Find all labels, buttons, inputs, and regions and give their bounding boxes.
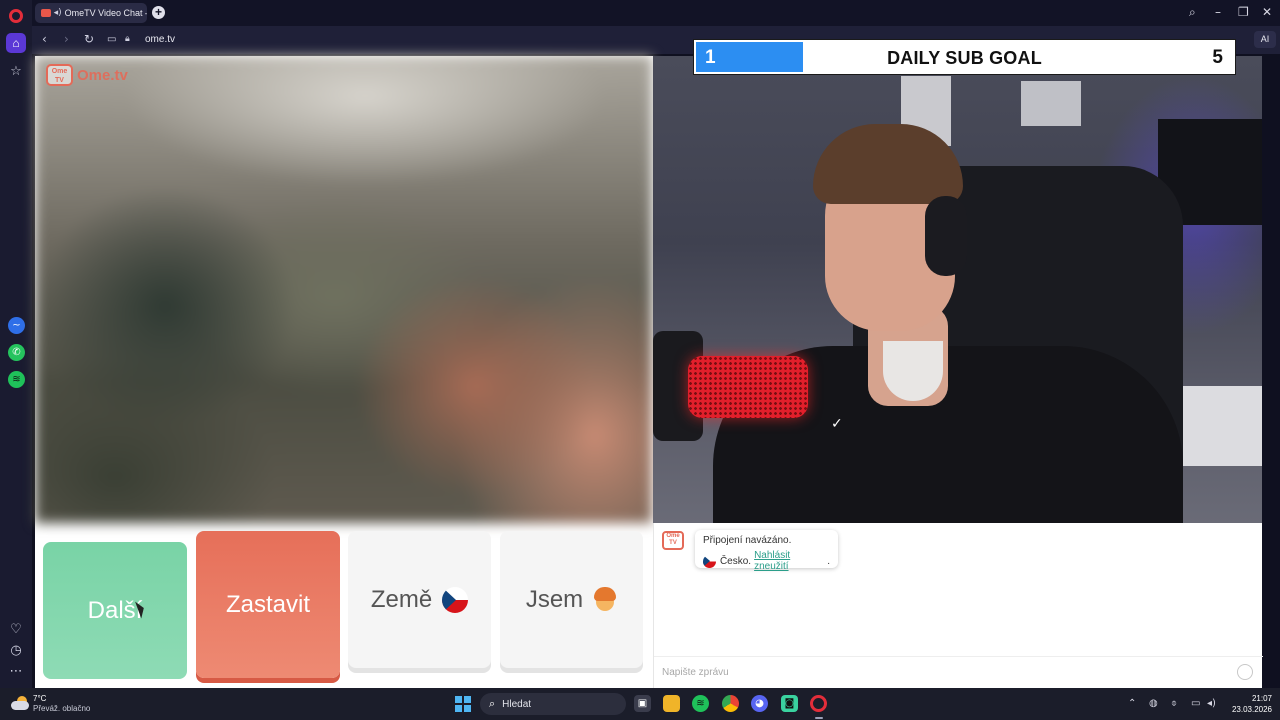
report-abuse-link[interactable]: Nahlásit zneužití	[754, 550, 827, 572]
back-icon[interactable]: ‹	[42, 32, 47, 46]
speaker-icon[interactable]: ◂)	[54, 8, 62, 18]
message-input[interactable]: Napište zprávu	[654, 656, 1263, 688]
file-explorer-icon[interactable]	[663, 695, 680, 712]
country-label: Země	[370, 585, 433, 613]
swoosh-icon: ✓	[831, 416, 843, 432]
sub-goal-bar: 1 DAILY SUB GOAL 5	[694, 40, 1235, 74]
more-icon[interactable]: ⋯	[7, 662, 25, 680]
home-icon[interactable]: ⌂	[6, 33, 26, 53]
search-label: Hledat	[502, 698, 532, 710]
messenger-icon[interactable]: ~	[8, 317, 25, 334]
tv-logo-icon: Ome TV	[46, 64, 73, 86]
sub-goal-title: DAILY SUB GOAL	[887, 48, 1042, 68]
windows-start-icon[interactable]	[455, 696, 471, 712]
stranger-video	[35, 56, 652, 523]
chrome-icon[interactable]	[722, 695, 739, 712]
ometv-page: Ome TV Ome.tv ✓ Další Zastavit Země Jsem…	[35, 56, 1263, 688]
spotify-icon[interactable]: ≋	[8, 371, 25, 388]
weather-desc[interactable]: Převáž. oblačno	[33, 704, 90, 713]
browser-sidebar: ⌂ ☆ ~ ✆ ≋ ♡ ◷ ⋯	[0, 0, 32, 688]
new-tab-button[interactable]: +	[152, 6, 165, 19]
heart-icon[interactable]: ♡	[7, 620, 25, 638]
czech-flag-icon	[442, 586, 469, 613]
gender-button[interactable]: Jsem	[500, 531, 643, 668]
opera-logo-icon[interactable]	[9, 9, 23, 23]
task-view-icon[interactable]: ▣	[634, 695, 651, 712]
weather-temp[interactable]: 7°C	[33, 694, 46, 703]
shelf	[1021, 81, 1081, 126]
tray-app-icon[interactable]: ◍	[1149, 698, 1158, 709]
weather-cloud-icon[interactable]	[11, 696, 29, 710]
tab-title: OmeTV Video Chat –	[64, 8, 147, 18]
app-icon[interactable]: ◙	[781, 695, 798, 712]
minimize-icon[interactable]: –	[1215, 5, 1221, 19]
headphones	[925, 196, 967, 276]
report-suffix: .	[827, 555, 830, 567]
reload-icon[interactable]: ↻	[84, 32, 94, 46]
discord-icon[interactable]: ◕	[751, 695, 768, 712]
spotify-taskbar-icon[interactable]: ≋	[692, 695, 709, 712]
camera-icon[interactable]: ▭	[107, 34, 116, 45]
connection-status: Připojení navázáno.	[703, 535, 792, 546]
self-video: ✓	[653, 56, 1262, 523]
czech-flag-icon	[703, 554, 716, 568]
taskbar-search[interactable]: ⌕ Hledat	[480, 693, 626, 715]
search-icon: ⌕	[489, 697, 496, 710]
iam-label: Jsem	[525, 585, 584, 613]
stop-label: Zastavit	[225, 590, 311, 618]
clock-date[interactable]: 23.03.2026	[1226, 705, 1272, 714]
network-icon[interactable]: ▭	[1191, 698, 1200, 709]
next-button[interactable]: Další	[43, 542, 187, 679]
system-message: Připojení navázáno. Česko. Nahlásit zneu…	[695, 530, 838, 572]
close-icon[interactable]: ✕	[1262, 5, 1272, 19]
history-icon[interactable]: ◷	[7, 641, 25, 659]
site-logo[interactable]: Ome TV Ome.tv	[46, 64, 128, 86]
chat-logo-icon: Ome TV	[662, 531, 684, 550]
volume-icon[interactable]: ◂)	[1207, 698, 1216, 709]
ai-button[interactable]: AI	[1254, 31, 1276, 48]
tab-ometv[interactable]: ◂) OmeTV Video Chat –	[35, 3, 147, 23]
stranger-country: Česko.	[719, 555, 752, 567]
message-input-placeholder: Napište zprávu	[662, 667, 729, 678]
windows-taskbar: 7°C Převáž. oblačno ⌕ Hledat ▣ ≋ ◕ ◙ ⌃ ◍…	[0, 688, 1280, 720]
boy-emoji-icon	[593, 586, 617, 613]
chat-panel: Ome TV Připojení navázáno. Česko. Nahlás…	[653, 523, 1263, 688]
microphone	[688, 356, 808, 418]
whatsapp-icon[interactable]: ✆	[8, 344, 25, 361]
maximize-icon[interactable]: ❐	[1238, 5, 1249, 19]
stop-button[interactable]: Zastavit	[196, 531, 340, 678]
search-tabs-icon[interactable]: ⌕	[1189, 5, 1196, 20]
country-button[interactable]: Země	[348, 531, 491, 668]
opera-taskbar-icon[interactable]	[810, 695, 827, 712]
microphone-icon[interactable]: ⌽	[1171, 698, 1177, 709]
lock-icon: 🔒︎	[125, 34, 130, 44]
url-field[interactable]: ome.tv	[145, 34, 175, 45]
forward-icon[interactable]: ›	[64, 32, 69, 46]
emoji-icon[interactable]	[1237, 664, 1253, 680]
chevron-up-icon[interactable]: ⌃	[1128, 698, 1136, 709]
clock-time[interactable]: 21:07	[1240, 694, 1272, 703]
person-shirt	[883, 341, 943, 401]
tab-strip: ◂) OmeTV Video Chat – + ⌕ – ❐ ✕	[32, 0, 1280, 26]
star-icon[interactable]: ☆	[7, 62, 25, 80]
active-app-indicator	[815, 717, 823, 719]
ometv-favicon-icon	[41, 9, 51, 17]
logo-text: Ome.tv	[77, 66, 128, 84]
sub-goal-target: 5	[1212, 47, 1223, 68]
